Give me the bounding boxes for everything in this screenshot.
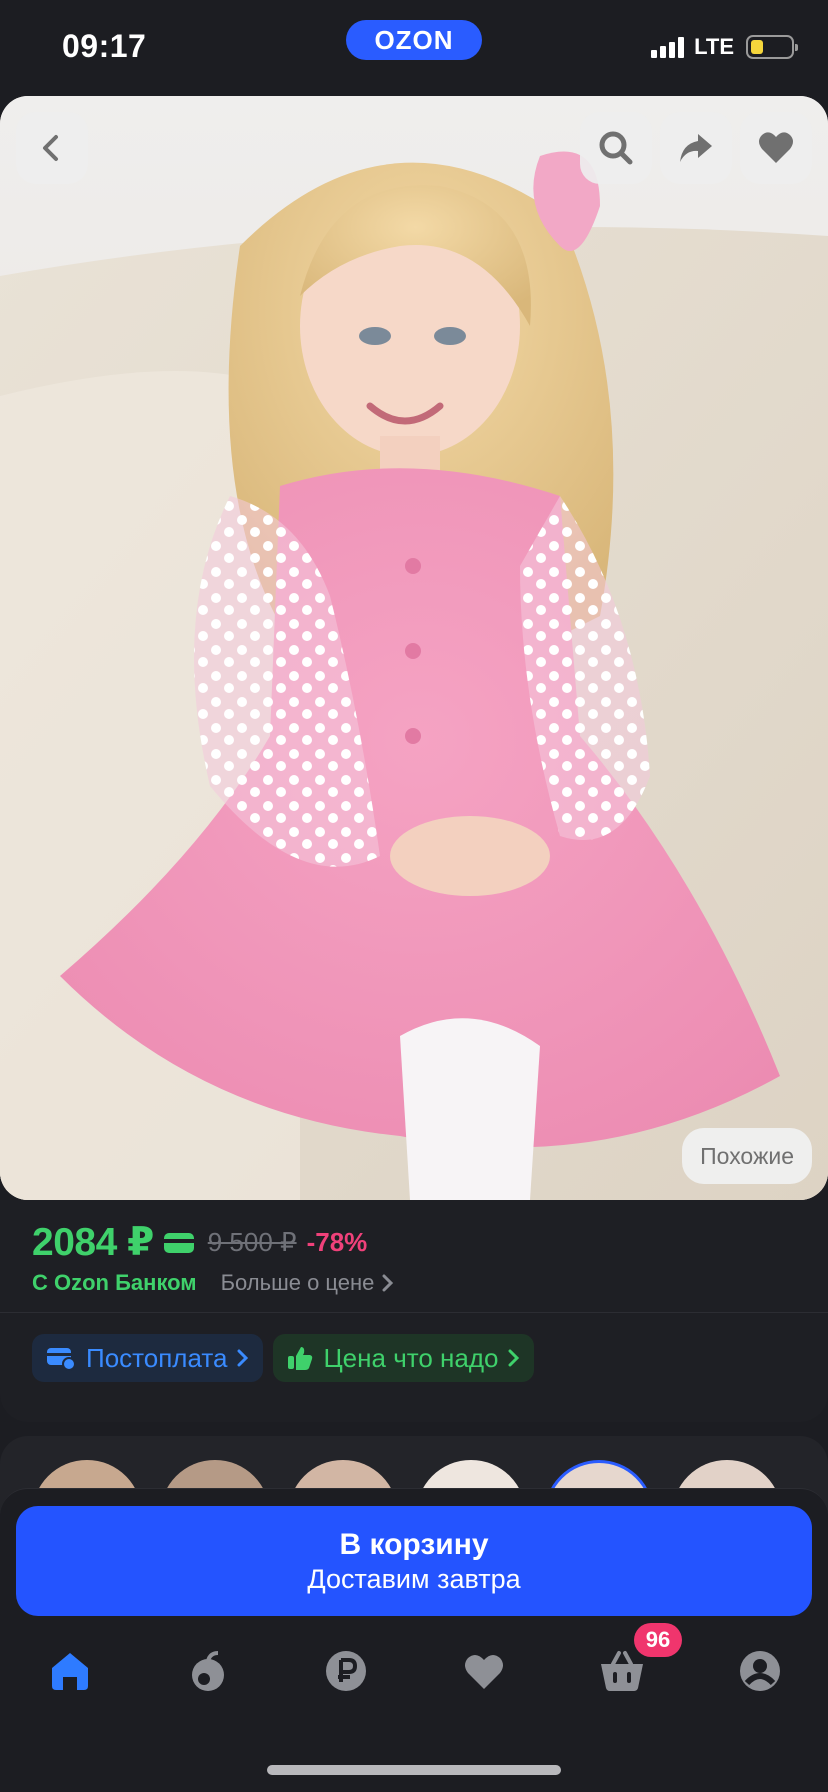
- share-button[interactable]: [660, 112, 732, 184]
- card-icon: [163, 1232, 194, 1253]
- product-photo: [0, 96, 828, 1200]
- nav-fresh[interactable]: [178, 1641, 238, 1701]
- status-time: 09:17: [62, 28, 147, 64]
- ozon-logo-pill: OZON: [346, 20, 482, 60]
- bottom-sheet: В корзину Доставим завтра 96: [0, 1488, 828, 1792]
- heart-icon: [759, 132, 793, 163]
- back-button[interactable]: [16, 112, 88, 184]
- ruble-icon: [326, 1651, 366, 1691]
- thumbs-up-icon: [288, 1347, 313, 1370]
- similar-button[interactable]: Похожие: [682, 1128, 812, 1184]
- bottom-nav: 96: [0, 1623, 828, 1721]
- discount-badge: -78%: [306, 1227, 368, 1257]
- status-bar: 09:17 OZON LTE: [0, 0, 828, 96]
- search-icon: [599, 131, 633, 165]
- chips-row: Постоплата Цена что надо: [32, 1334, 535, 1382]
- nav-favorites[interactable]: [454, 1641, 514, 1701]
- home-indicator: [267, 1765, 561, 1775]
- cart-count-badge: 96: [634, 1623, 682, 1657]
- good-price-chip-label: Цена что надо: [323, 1342, 499, 1373]
- network-label: LTE: [694, 34, 734, 59]
- postpay-chip-label: Постоплата: [86, 1342, 228, 1373]
- old-price: 9 500 ₽: [207, 1227, 297, 1257]
- signal-icon: [651, 36, 685, 58]
- chevron-right-icon: [382, 1274, 394, 1292]
- nav-profile[interactable]: [730, 1641, 790, 1701]
- price-row: 2084 ₽ 9 500 ₽ -78%: [32, 1220, 367, 1265]
- more-about-price-link[interactable]: Больше о цене: [221, 1270, 395, 1296]
- bank-row: С Ozon Банком Больше о цене: [32, 1270, 394, 1296]
- chevron-left-icon: [43, 135, 58, 161]
- postpay-chip[interactable]: Постоплата: [32, 1334, 264, 1382]
- divider: [0, 1312, 828, 1313]
- profile-icon: [740, 1651, 780, 1691]
- favorite-button[interactable]: [740, 112, 812, 184]
- good-price-chip[interactable]: Цена что надо: [273, 1334, 535, 1382]
- chevron-right-icon: [508, 1349, 520, 1367]
- add-to-cart-label: В корзину: [339, 1527, 489, 1561]
- card-clock-icon: [47, 1348, 76, 1371]
- basket-icon: [601, 1651, 643, 1691]
- heart-icon: [465, 1654, 503, 1689]
- home-icon: [52, 1653, 88, 1690]
- product-image[interactable]: Похожие: [0, 96, 828, 1200]
- nav-home[interactable]: [40, 1641, 100, 1701]
- price-panel: 2084 ₽ 9 500 ₽ -78% С Ozon Банком Больше…: [0, 1200, 828, 1422]
- search-button[interactable]: [580, 112, 652, 184]
- fruit-icon: [192, 1651, 224, 1691]
- add-to-cart-button[interactable]: В корзину Доставим завтра: [16, 1506, 812, 1616]
- delivery-label: Доставим завтра: [307, 1563, 521, 1594]
- status-indicators: LTE: [651, 34, 798, 60]
- bank-price-label: С Ozon Банком: [32, 1270, 197, 1295]
- nav-finance[interactable]: [316, 1641, 376, 1701]
- current-price: 2084 ₽: [32, 1221, 154, 1264]
- battery-icon: [746, 35, 798, 59]
- share-icon: [680, 134, 712, 162]
- chevron-right-icon: [237, 1349, 249, 1367]
- more-about-price-label: Больше о цене: [220, 1270, 375, 1295]
